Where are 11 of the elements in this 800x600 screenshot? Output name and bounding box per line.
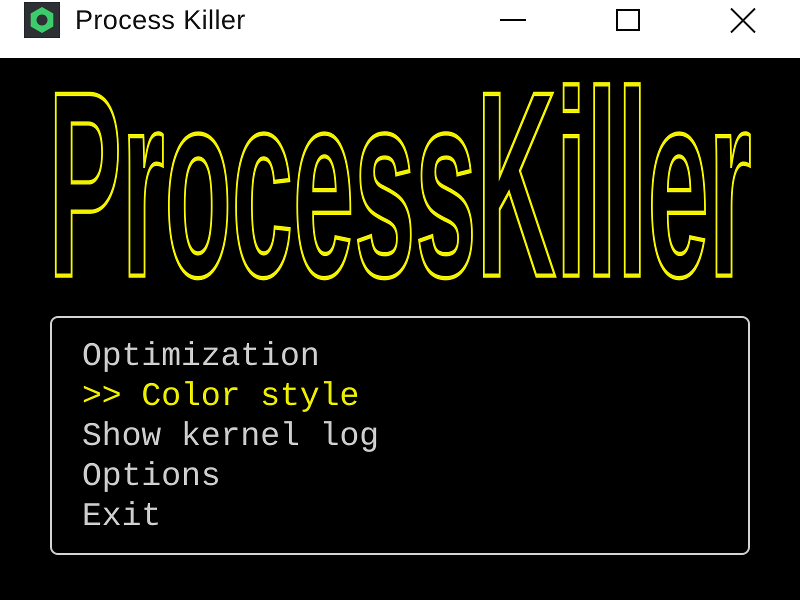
maximize-icon bbox=[616, 9, 640, 31]
logo-title: ProcessKiller bbox=[48, 74, 752, 298]
menu-item[interactable]: Options bbox=[82, 457, 221, 497]
close-icon bbox=[730, 8, 756, 32]
minimize-icon bbox=[500, 19, 526, 21]
app-icon bbox=[24, 2, 60, 38]
menu-item[interactable]: Exit bbox=[82, 497, 162, 537]
menu-item[interactable]: Show kernel log bbox=[82, 417, 380, 457]
menu-item[interactable]: Optimization bbox=[82, 337, 320, 377]
window-title: Process Killer bbox=[75, 4, 246, 37]
menu-item[interactable]: >> Color style bbox=[82, 377, 360, 417]
